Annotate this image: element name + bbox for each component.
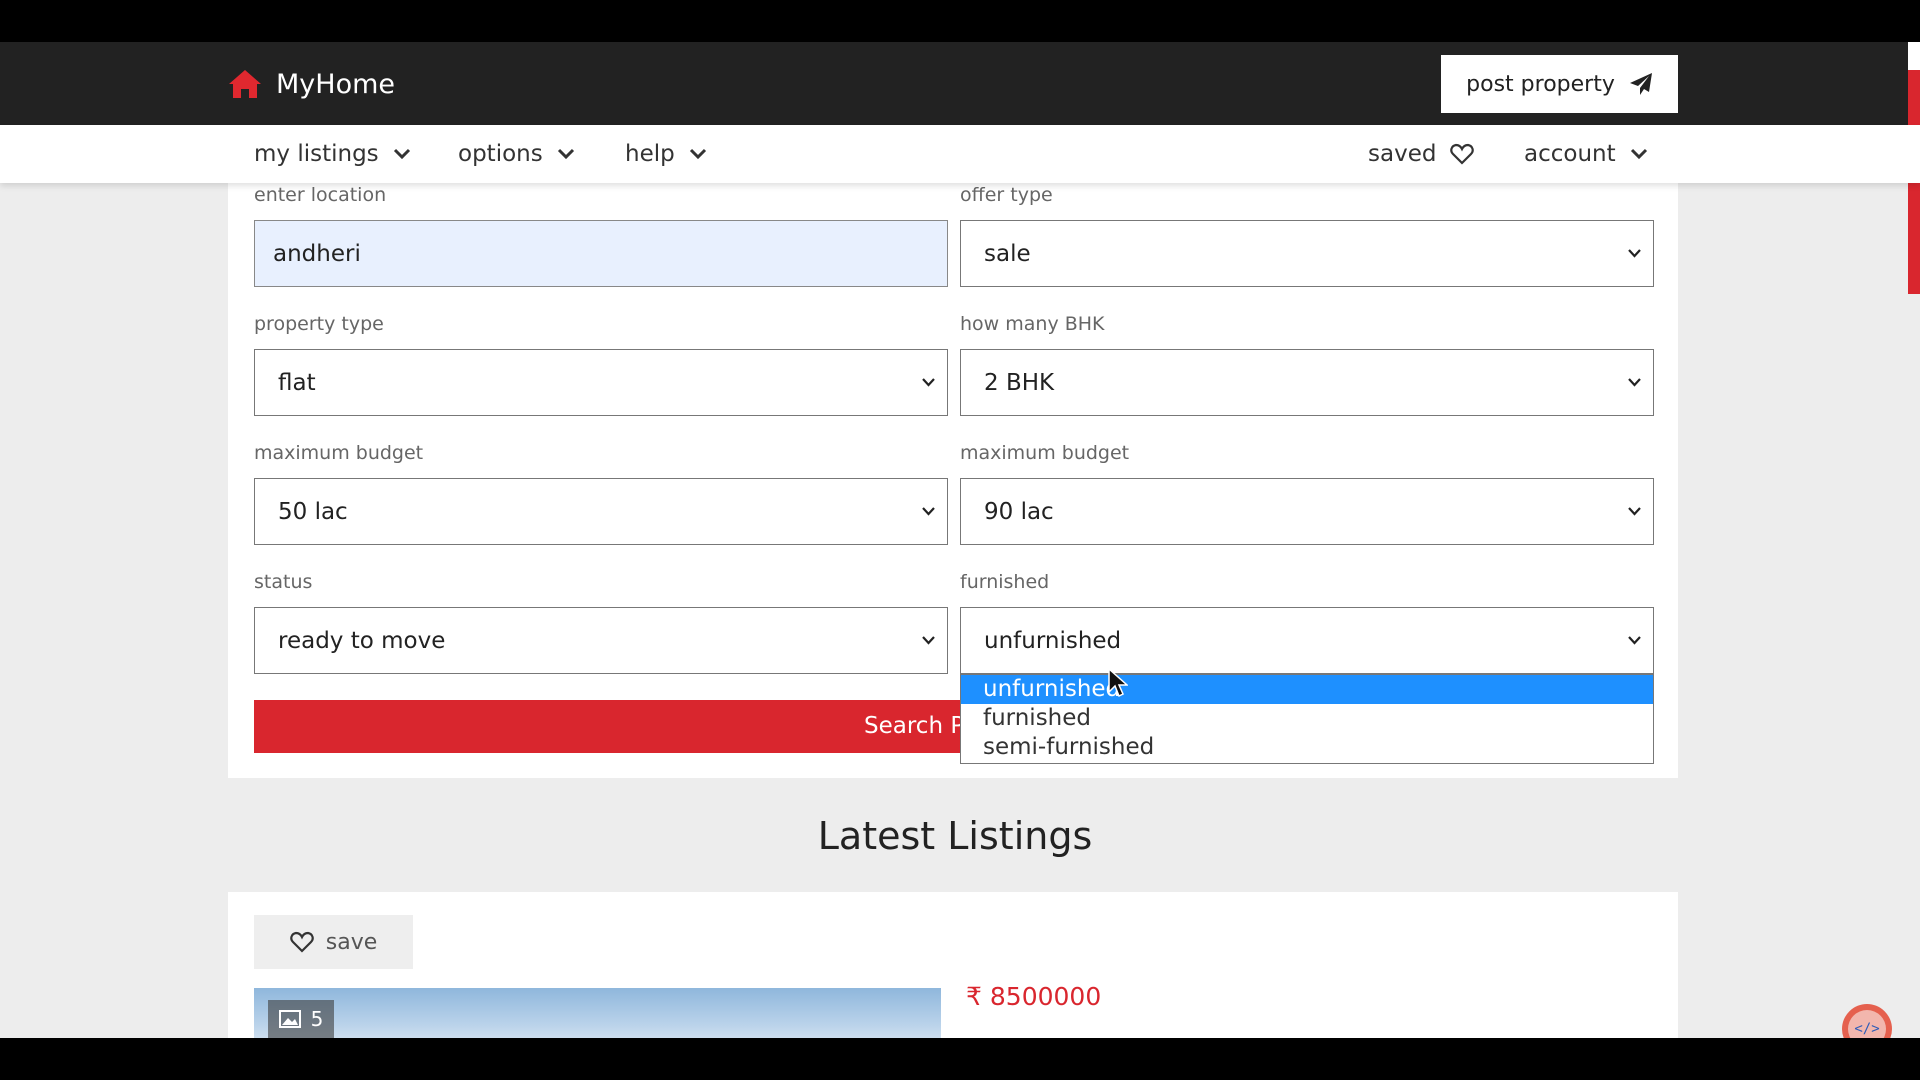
nav-account[interactable]: account (1524, 125, 1648, 183)
rupee-icon: ₹ (966, 982, 982, 1011)
listing-price: ₹ 8500000 (966, 982, 1101, 1011)
chevron-down-icon (922, 378, 935, 387)
site-logo[interactable]: MyHome (228, 66, 395, 102)
status-label: status (254, 571, 313, 593)
min-budget-label: maximum budget (254, 442, 424, 464)
save-label: save (325, 929, 378, 955)
letterbox-bottom (0, 1038, 1920, 1080)
status-select[interactable]: ready to move (254, 607, 948, 674)
dropdown-option[interactable]: semi-furnished (961, 733, 1653, 762)
paper-plane-icon (1629, 73, 1652, 95)
image-icon (278, 1010, 301, 1028)
post-property-button[interactable]: post property (1441, 55, 1678, 113)
letterbox-top (0, 0, 1920, 42)
furnished-select[interactable]: unfurnished (960, 607, 1654, 674)
nav-saved[interactable]: saved (1368, 125, 1475, 183)
bhk-label: how many BHK (960, 313, 1105, 335)
latest-listings-title: Latest Listings (817, 814, 1093, 858)
search-button[interactable]: Search P (254, 700, 960, 753)
nav-account-label: account (1524, 141, 1616, 167)
logo-text: MyHome (276, 68, 396, 100)
min-budget-select[interactable]: 50 lac (254, 478, 948, 545)
main-nav: my listings options help saved account (0, 125, 1920, 183)
min-budget-value: 50 lac (278, 498, 348, 525)
browser-viewport: MyHome post property my listings options… (0, 42, 1920, 1038)
offer-type-value: sale (984, 240, 1031, 267)
code-widget-button[interactable]: </> (1842, 1004, 1892, 1038)
chevron-down-icon (689, 148, 706, 160)
furnished-label: furnished (960, 571, 1050, 593)
chevron-down-icon (1628, 507, 1641, 516)
mouse-cursor-icon (1108, 668, 1128, 698)
property-type-select[interactable]: flat (254, 349, 948, 416)
max-budget-label: maximum budget (960, 442, 1130, 464)
max-budget-value: 90 lac (984, 498, 1054, 525)
heart-icon (289, 931, 314, 953)
listing-image[interactable]: 5 (254, 988, 941, 1038)
location-value: andheri (273, 240, 361, 267)
nav-help-label: help (625, 141, 675, 167)
save-listing-button[interactable]: save (254, 915, 413, 969)
max-budget-select[interactable]: 90 lac (960, 478, 1654, 545)
status-value: ready to move (278, 627, 446, 654)
nav-my-listings[interactable]: my listings (254, 125, 411, 183)
chevron-down-icon (922, 636, 935, 645)
chevron-down-icon (1628, 636, 1641, 645)
chevron-down-icon (557, 148, 574, 160)
bhk-value: 2 BHK (984, 369, 1055, 396)
location-label: enter location (254, 184, 387, 206)
chevron-down-icon (922, 507, 935, 516)
heart-icon (1450, 143, 1475, 165)
furnished-value: unfurnished (984, 627, 1122, 654)
nav-my-listings-label: my listings (254, 141, 379, 167)
chevron-down-icon (1630, 148, 1647, 160)
bhk-select[interactable]: 2 BHK (960, 349, 1654, 416)
screen: MyHome post property my listings options… (0, 0, 1920, 1080)
offer-type-label: offer type (960, 184, 1053, 206)
image-count: 5 (310, 1007, 324, 1031)
nav-options-label: options (458, 141, 543, 167)
image-count-badge: 5 (268, 1000, 334, 1038)
chevron-down-icon (1628, 378, 1641, 387)
location-input[interactable]: andheri (254, 220, 948, 287)
dropdown-option[interactable]: unfurnished (961, 675, 1653, 704)
site-header: MyHome post property (0, 42, 1920, 125)
home-icon (229, 70, 261, 98)
offer-type-select[interactable]: sale (960, 220, 1654, 287)
code-icon: </> (1848, 1010, 1886, 1038)
nav-saved-label: saved (1368, 141, 1437, 167)
scrollbar-up-arrow[interactable] (1908, 42, 1920, 70)
price-value: 8500000 (989, 982, 1102, 1011)
dropdown-option[interactable]: furnished (961, 704, 1653, 733)
chevron-down-icon (1628, 249, 1641, 258)
nav-options[interactable]: options (458, 125, 575, 183)
property-type-label: property type (254, 313, 384, 335)
property-type-value: flat (278, 369, 316, 396)
chevron-down-icon (393, 148, 410, 160)
furnished-dropdown: unfurnished furnished semi-furnished (960, 674, 1654, 764)
post-property-label: post property (1466, 71, 1615, 97)
nav-help[interactable]: help (625, 125, 707, 183)
search-button-label: Search P (864, 713, 960, 739)
